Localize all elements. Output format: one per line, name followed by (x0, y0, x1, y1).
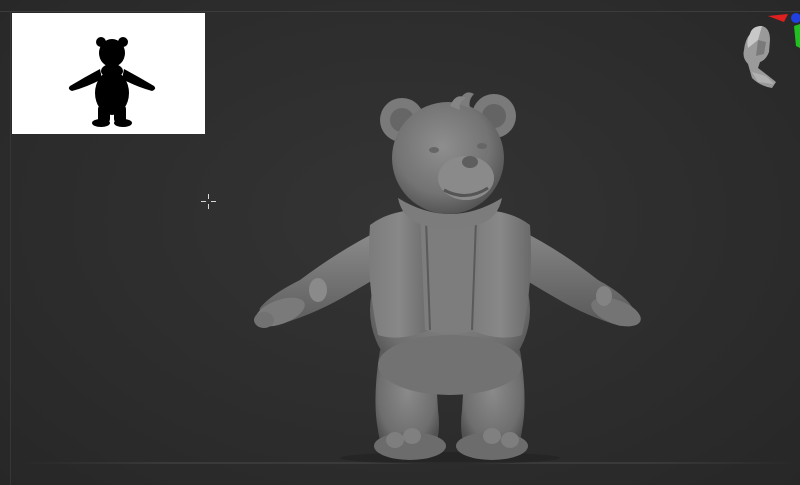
silhouette-thumbnail[interactable] (12, 13, 205, 134)
crosshair-cursor-icon (201, 194, 216, 209)
orientation-head-icon[interactable] (736, 12, 800, 94)
teddy-bear-model[interactable] (230, 80, 670, 470)
x-axis-arrow-icon (768, 14, 788, 22)
head-bust-icon (743, 26, 776, 88)
viewport-left-border (10, 12, 11, 485)
bear-silhouette-icon (68, 37, 156, 127)
y-axis-arrow-icon (794, 24, 800, 48)
3d-viewport[interactable] (0, 0, 800, 485)
viewport-top-border (0, 11, 800, 12)
z-axis-dot-icon (791, 13, 800, 23)
